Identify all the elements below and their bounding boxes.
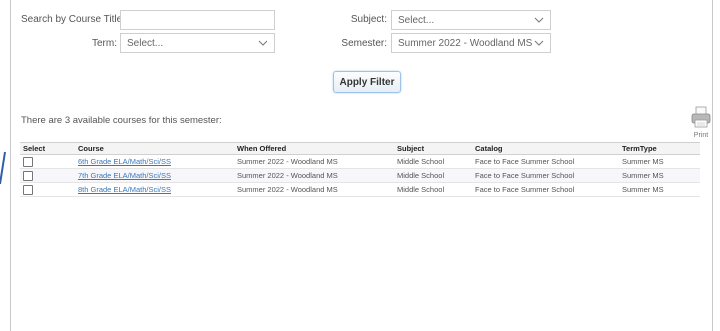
when-offered-cell: Summer 2022 - Woodland MS	[234, 154, 394, 169]
printer-icon	[691, 106, 711, 128]
table-row: 6th Grade ELA/Math/Sci/SS Summer 2022 - …	[20, 154, 700, 169]
catalog-cell: Face to Face Summer School	[472, 168, 619, 183]
catalog-cell: Face to Face Summer School	[472, 182, 619, 197]
course-title-label: Search by Course Title:	[21, 14, 125, 25]
when-offered-cell: Summer 2022 - Woodland MS	[234, 168, 394, 183]
subject-cell: Middle School	[394, 182, 472, 197]
semester-label: Semester:	[341, 38, 387, 49]
table-row: 8th Grade ELA/Math/Sci/SS Summer 2022 - …	[20, 182, 700, 197]
print-label: Print	[693, 132, 709, 139]
apply-filter-button[interactable]: Apply Filter	[333, 71, 401, 93]
termtype-cell: Summer MS	[619, 182, 700, 197]
column-header-when-offered[interactable]: When Offered	[234, 142, 394, 155]
available-courses-summary: There are 3 available courses for this s…	[21, 115, 222, 126]
courses-table: Select Course When Offered Subject Catal…	[20, 142, 700, 197]
row-select-checkbox[interactable]	[23, 184, 33, 195]
course-link[interactable]: 8th Grade ELA/Math/Sci/SS	[78, 185, 171, 194]
row-select-checkbox[interactable]	[23, 156, 33, 167]
column-header-subject[interactable]: Subject	[394, 142, 472, 155]
term-select-value: Select...	[127, 37, 164, 49]
term-label: Term:	[92, 38, 117, 49]
content-frame-right-border	[712, 0, 713, 331]
subject-select-value: Select...	[398, 14, 435, 26]
course-title-input[interactable]	[120, 10, 275, 30]
chevron-down-icon	[258, 40, 268, 46]
subject-label: Subject:	[350, 14, 387, 25]
column-header-catalog[interactable]: Catalog	[472, 142, 619, 155]
content-frame-left-border	[10, 0, 11, 331]
course-link[interactable]: 6th Grade ELA/Math/Sci/SS	[78, 157, 171, 166]
column-header-course[interactable]: Course	[75, 142, 234, 155]
when-offered-cell: Summer 2022 - Woodland MS	[234, 182, 394, 197]
subject-cell: Middle School	[394, 154, 472, 169]
print-button[interactable]: Print	[689, 106, 713, 139]
table-header-row: Select Course When Offered Subject Catal…	[20, 142, 700, 155]
chevron-down-icon	[534, 17, 544, 23]
semester-select-value: Summer 2022 - Woodland MS	[398, 37, 533, 49]
edge-arrow-mark	[0, 151, 6, 184]
termtype-cell: Summer MS	[619, 154, 700, 169]
table-row: 7th Grade ELA/Math/Sci/SS Summer 2022 - …	[20, 168, 700, 183]
term-select[interactable]: Select...	[120, 33, 275, 53]
column-header-termtype[interactable]: TermType	[619, 142, 700, 155]
semester-select[interactable]: Summer 2022 - Woodland MS	[391, 33, 551, 53]
subject-select[interactable]: Select...	[391, 10, 551, 30]
row-select-checkbox[interactable]	[23, 170, 33, 181]
catalog-cell: Face to Face Summer School	[472, 154, 619, 169]
subject-cell: Middle School	[394, 168, 472, 183]
course-link[interactable]: 7th Grade ELA/Math/Sci/SS	[78, 171, 171, 180]
chevron-down-icon	[534, 40, 544, 46]
column-header-select[interactable]: Select	[20, 142, 75, 155]
termtype-cell: Summer MS	[619, 168, 700, 183]
